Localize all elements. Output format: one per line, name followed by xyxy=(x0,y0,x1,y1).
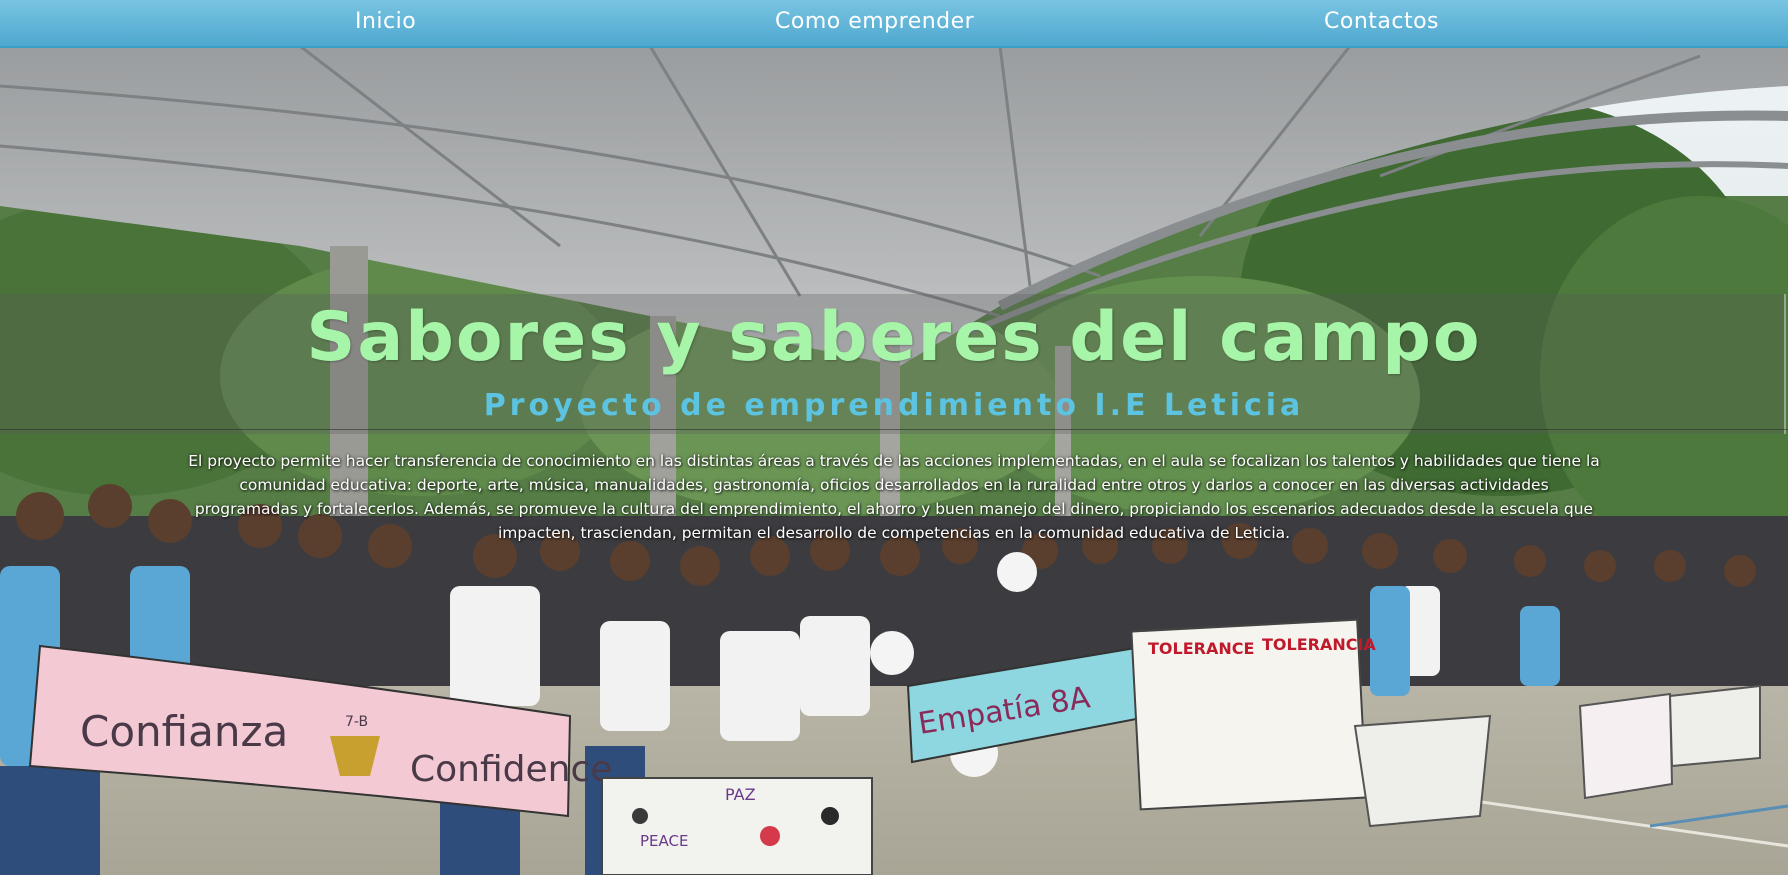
svg-text:7-B: 7-B xyxy=(345,714,368,730)
top-navbar: Inicio Como emprender Contactos xyxy=(0,0,1788,48)
svg-text:TOLERANCIA: TOLERANCIA xyxy=(1262,635,1376,654)
hero-description: El proyecto permite hacer transferencia … xyxy=(188,452,1600,542)
svg-text:PEACE: PEACE xyxy=(640,832,688,850)
svg-text:Confidence: Confidence xyxy=(410,749,612,790)
svg-text:PAZ: PAZ xyxy=(725,785,756,804)
nav-link-como-emprender[interactable]: Como emprender xyxy=(775,0,974,44)
banner-paz: PAZ PEACE xyxy=(601,777,873,875)
nav-link-inicio[interactable]: Inicio xyxy=(355,0,416,44)
nav-link-contactos[interactable]: Contactos xyxy=(1324,0,1439,44)
banner-tolerance: TOLERANCE TOLERANCIA xyxy=(1130,618,1376,811)
svg-text:Confianza: Confianza xyxy=(80,707,288,756)
hero-title: Sabores y saberes del campo xyxy=(306,298,1482,377)
hero-subtitle: Proyecto de emprendimiento I.E Leticia xyxy=(483,388,1305,423)
hero-divider xyxy=(0,429,1788,430)
svg-text:TOLERANCE: TOLERANCE xyxy=(1148,639,1254,658)
